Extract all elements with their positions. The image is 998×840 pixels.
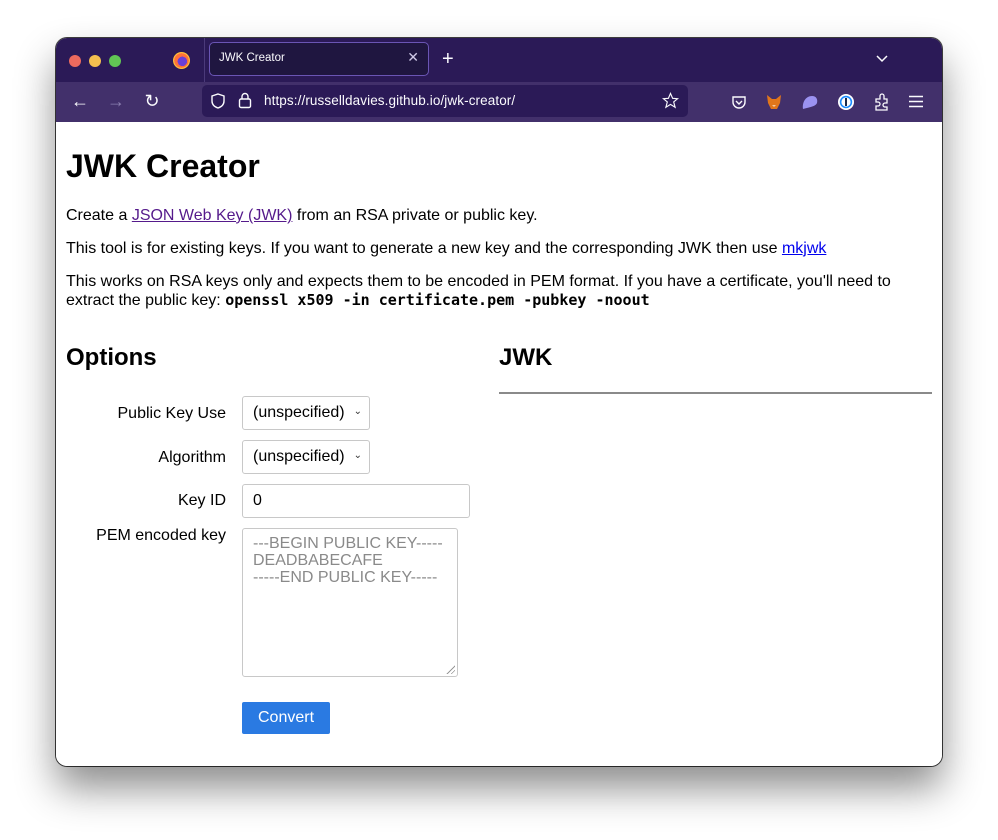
public-key-use-label: Public Key Use bbox=[117, 405, 227, 422]
minimize-window-button[interactable] bbox=[89, 55, 101, 67]
browser-window: JWK Creator ✕ + ← → ↻ https://russelldav… bbox=[56, 38, 942, 766]
tab-bar: JWK Creator ✕ + bbox=[56, 38, 942, 82]
lock-icon[interactable] bbox=[238, 92, 252, 109]
metamask-icon[interactable] bbox=[765, 93, 783, 111]
new-tab-button[interactable]: + bbox=[442, 47, 454, 71]
key-id-input[interactable]: 0 bbox=[242, 484, 470, 518]
key-id-value: 0 bbox=[253, 492, 262, 509]
nav-bar: ← → ↻ https://russelldavies.github.io/jw… bbox=[56, 82, 942, 122]
ghost-extension-icon[interactable] bbox=[801, 94, 819, 110]
pem-placeholder: ---BEGIN PUBLIC KEY----- DEADBABECAFE --… bbox=[253, 535, 443, 586]
intro-prefix: Create a bbox=[66, 207, 132, 224]
url-text[interactable]: https://russelldavies.github.io/jwk-crea… bbox=[264, 93, 515, 108]
public-key-use-select[interactable]: (unspecified) ⌄ bbox=[242, 396, 370, 430]
existing-keys-paragraph: This tool is for existing keys. If you w… bbox=[66, 239, 926, 258]
page-title: JWK Creator bbox=[66, 148, 260, 184]
algorithm-value: (unspecified) bbox=[253, 448, 345, 465]
menu-icon[interactable] bbox=[909, 95, 923, 108]
public-key-use-value: (unspecified) bbox=[253, 404, 345, 421]
page-content: JWK Creator Create a JSON Web Key (JWK) … bbox=[56, 122, 942, 766]
intro-suffix: from an RSA private or public key. bbox=[292, 207, 538, 224]
close-window-button[interactable] bbox=[69, 55, 81, 67]
1password-icon[interactable] bbox=[837, 93, 855, 111]
reload-icon[interactable]: ↻ bbox=[140, 89, 164, 113]
openssl-command: openssl x509 -in certificate.pem -pubkey… bbox=[225, 291, 650, 309]
options-heading: Options bbox=[66, 344, 157, 371]
chevron-down-icon: ⌄ bbox=[353, 450, 362, 461]
intro-paragraph: Create a JSON Web Key (JWK) from an RSA … bbox=[66, 206, 926, 225]
mkjwk-link[interactable]: mkjwk bbox=[782, 240, 826, 257]
existing-keys-text: This tool is for existing keys. If you w… bbox=[66, 240, 782, 257]
firefox-icon bbox=[173, 52, 190, 69]
convert-button[interactable]: Convert bbox=[242, 702, 330, 734]
algorithm-label: Algorithm bbox=[158, 449, 226, 466]
close-icon[interactable]: ✕ bbox=[407, 49, 419, 66]
jwk-output-divider bbox=[499, 392, 932, 394]
rsa-note-paragraph: This works on RSA keys only and expects … bbox=[66, 272, 916, 310]
tab-title: JWK Creator bbox=[219, 52, 285, 64]
pocket-icon[interactable] bbox=[731, 94, 747, 110]
maximize-window-button[interactable] bbox=[109, 55, 121, 67]
key-id-label: Key ID bbox=[177, 492, 226, 509]
algorithm-select[interactable]: (unspecified) ⌄ bbox=[242, 440, 370, 474]
resize-handle[interactable] bbox=[445, 664, 455, 674]
forward-icon[interactable]: → bbox=[104, 89, 128, 113]
pem-textarea[interactable]: ---BEGIN PUBLIC KEY----- DEADBABECAFE --… bbox=[242, 528, 458, 677]
divider bbox=[204, 38, 205, 82]
tab-jwk-creator[interactable]: JWK Creator ✕ bbox=[209, 42, 429, 76]
url-bar[interactable]: https://russelldavies.github.io/jwk-crea… bbox=[202, 85, 688, 117]
chevron-down-icon[interactable] bbox=[876, 55, 888, 63]
shield-icon[interactable] bbox=[211, 93, 225, 109]
jwk-spec-link[interactable]: JSON Web Key (JWK) bbox=[132, 207, 293, 224]
bookmark-star-icon[interactable] bbox=[662, 92, 679, 109]
back-icon[interactable]: ← bbox=[68, 89, 92, 113]
pem-label: PEM encoded key bbox=[96, 527, 226, 544]
extensions-icon[interactable] bbox=[874, 93, 890, 111]
jwk-heading: JWK bbox=[499, 344, 553, 371]
chevron-down-icon: ⌄ bbox=[353, 406, 362, 417]
